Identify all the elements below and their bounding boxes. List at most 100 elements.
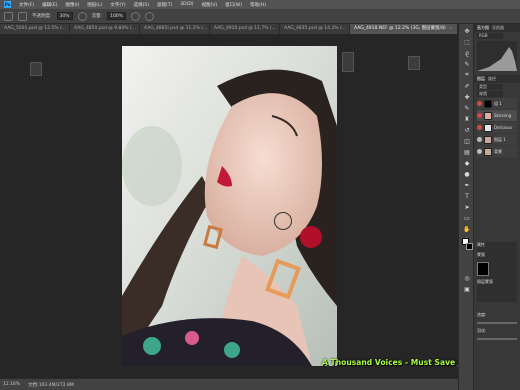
menu-file[interactable]: 文件(F) — [19, 2, 34, 8]
menu-filter[interactable]: 滤镜(T) — [157, 2, 172, 8]
doc-tab-label: AAG_4918.NEF @ 12.2% (3G, 图层蒙版/8) — [354, 26, 446, 31]
layer-row[interactable]: 组 1 — [477, 98, 517, 109]
pen-tool-icon[interactable]: ✒ — [462, 181, 472, 189]
hand-tool-icon[interactable]: ✋ — [462, 225, 472, 233]
gradient-tool-icon[interactable]: ▤ — [462, 148, 472, 156]
menu-type[interactable]: 文字(Y) — [110, 2, 125, 8]
layer-row[interactable]: 图层 1 — [477, 134, 517, 145]
options-bar: 不透明度: 30% 流量: 100% — [0, 9, 520, 24]
eye-icon[interactable] — [477, 137, 482, 142]
layer-name: 背景 — [494, 148, 502, 154]
move-tool-icon[interactable]: ✥ — [462, 27, 472, 35]
density-slider[interactable] — [477, 322, 517, 324]
doc-tab-label: AAG_4885I.psd @ 11.2% (... — [144, 26, 208, 31]
doc-tab[interactable]: AAG_4835.psd @ 14.3% (...× — [280, 24, 350, 34]
crop-tool-icon[interactable]: ⌗ — [462, 71, 472, 79]
eye-icon[interactable] — [477, 149, 482, 154]
menu-help[interactable]: 帮助(H) — [250, 2, 266, 8]
document-canvas[interactable] — [122, 46, 337, 366]
layer-filter-field[interactable]: 类型 — [477, 84, 503, 90]
blend-mode-select[interactable]: 穿透 — [477, 91, 503, 97]
flow-label: 流量: — [91, 14, 103, 19]
brush-preset-icon[interactable] — [4, 11, 13, 21]
tab-paths[interactable]: 路径 — [488, 76, 496, 82]
stamp-tool-icon[interactable]: ♜ — [462, 115, 472, 123]
airbrush-icon[interactable] — [130, 11, 140, 21]
layer-thumbnail — [484, 123, 492, 132]
path-select-icon[interactable]: ➤ — [462, 203, 472, 211]
eye-icon[interactable] — [477, 101, 482, 106]
histogram-tabs: 直方图 导航器 — [474, 24, 520, 32]
doc-tab[interactable]: AAG_4910.psd @ 11.7% (...× — [210, 24, 280, 34]
marquee-tool-icon[interactable]: ⬚ — [462, 38, 472, 46]
tab-navigator[interactable]: 导航器 — [492, 25, 504, 31]
blur-tool-icon[interactable]: ◆ — [462, 159, 472, 167]
layer-row[interactable]: 背景 — [477, 146, 517, 157]
floating-brush-icon[interactable] — [30, 62, 42, 76]
doc-tab-active[interactable]: AAG_4918.NEF @ 12.2% (3G, 图层蒙版/8) × — [350, 24, 458, 34]
opacity-label: 不透明度: — [32, 14, 52, 19]
shape-tool-icon[interactable]: ▭ — [462, 214, 472, 222]
menu-3d[interactable]: 3D(D) — [180, 2, 193, 7]
watermark-credit: A Thousand Voices - Must Save Jane! — [322, 358, 480, 367]
layer-name: 组 1 — [494, 100, 502, 106]
mask-label: 蒙版 — [477, 252, 485, 257]
lasso-tool-icon[interactable]: ϱ — [462, 49, 472, 57]
layer-name: Delicious — [494, 125, 513, 130]
floating-text-tool-icon[interactable] — [342, 52, 354, 72]
mask-thumbnail — [477, 262, 489, 276]
layer-row[interactable]: Delicious — [477, 122, 517, 133]
menu-view[interactable]: 视图(V) — [202, 2, 218, 8]
menu-select[interactable]: 选择(S) — [134, 2, 149, 8]
menu-image[interactable]: 图像(I) — [65, 2, 79, 8]
menu-window[interactable]: 窗口(W) — [225, 2, 242, 8]
doc-tab-label: AAG_5001.psd @ 12.5% (... — [4, 26, 67, 31]
layer-thumbnail — [484, 99, 492, 108]
eye-icon[interactable] — [477, 113, 482, 118]
channel-select[interactable]: RGB — [477, 33, 503, 39]
eraser-tool-icon[interactable]: ◫ — [462, 137, 472, 145]
quick-select-tool-icon[interactable]: ✎ — [462, 60, 472, 68]
brush-panel-icon[interactable] — [18, 11, 27, 21]
healing-tool-icon[interactable]: ✚ — [462, 93, 472, 101]
histogram-graph — [477, 41, 517, 71]
layer-name: Skinning — [494, 113, 512, 118]
properties-title: 属性 — [477, 242, 485, 247]
feather-slider[interactable] — [477, 338, 517, 340]
photoshop-logo-icon[interactable]: Ps — [4, 1, 11, 8]
pressure-opacity-icon[interactable] — [77, 11, 87, 21]
layer-name: 图层 1 — [494, 136, 506, 142]
opacity-field[interactable]: 30% — [56, 12, 73, 20]
type-tool-icon[interactable]: T — [462, 192, 472, 200]
tab-histogram[interactable]: 直方图 — [477, 25, 489, 31]
layer-row[interactable]: Skinning — [477, 110, 517, 121]
status-bar: 12.16% 文档:103.4M/272.8M — [0, 378, 458, 390]
screen-mode-icon[interactable]: ▣ — [462, 285, 472, 293]
close-icon[interactable]: × — [449, 26, 453, 31]
dodge-tool-icon[interactable]: ● — [462, 170, 472, 178]
doc-tab[interactable]: AAG_4885I.psd @ 11.2% (...× — [140, 24, 210, 34]
menu-layer[interactable]: 图层(L) — [87, 2, 102, 8]
layer-mask-label: 图层蒙版 — [477, 279, 493, 284]
document-size[interactable]: 文档:103.4M/272.8M — [28, 382, 74, 388]
layers-tabs: 图层 路径 — [474, 75, 520, 83]
history-brush-icon[interactable]: ↺ — [462, 126, 472, 134]
background-color-swatch[interactable] — [466, 243, 473, 250]
zoom-level[interactable]: 12.16% — [3, 382, 20, 387]
tools-panel: ✥ ⬚ ϱ ✎ ⌗ ✐ ✚ ✎ ♜ ↺ ◫ ▤ ◆ ● ✒ T ➤ ▭ ✋ ⚲ … — [458, 24, 474, 390]
pressure-size-icon[interactable] — [144, 11, 154, 21]
eye-icon[interactable] — [477, 125, 482, 130]
doc-tab[interactable]: AAG_4850.psd @ 9.84% (...× — [70, 24, 140, 34]
brush-tool-icon[interactable]: ✎ — [462, 104, 472, 112]
tab-layers[interactable]: 图层 — [477, 76, 485, 82]
canvas-area[interactable]: A Thousand Voices - Must Save Jane! — [0, 34, 480, 378]
menu-bar: Ps 文件(F) 编辑(E) 图像(I) 图层(L) 文字(Y) 选择(S) 滤… — [0, 0, 520, 9]
quick-mask-icon[interactable]: ◎ — [462, 274, 472, 282]
eyedropper-tool-icon[interactable]: ✐ — [462, 82, 472, 90]
menu-edit[interactable]: 编辑(E) — [42, 2, 57, 8]
flow-field[interactable]: 100% — [107, 12, 126, 20]
floating-close-tool-icon[interactable] — [408, 56, 420, 70]
feather-label: 羽化: — [477, 328, 487, 333]
right-panels: 直方图 导航器 RGB 图层 路径 类型 穿透 组 1 Skinning Del… — [474, 24, 520, 390]
doc-tab[interactable]: AAG_5001.psd @ 12.5% (...× — [0, 24, 70, 34]
